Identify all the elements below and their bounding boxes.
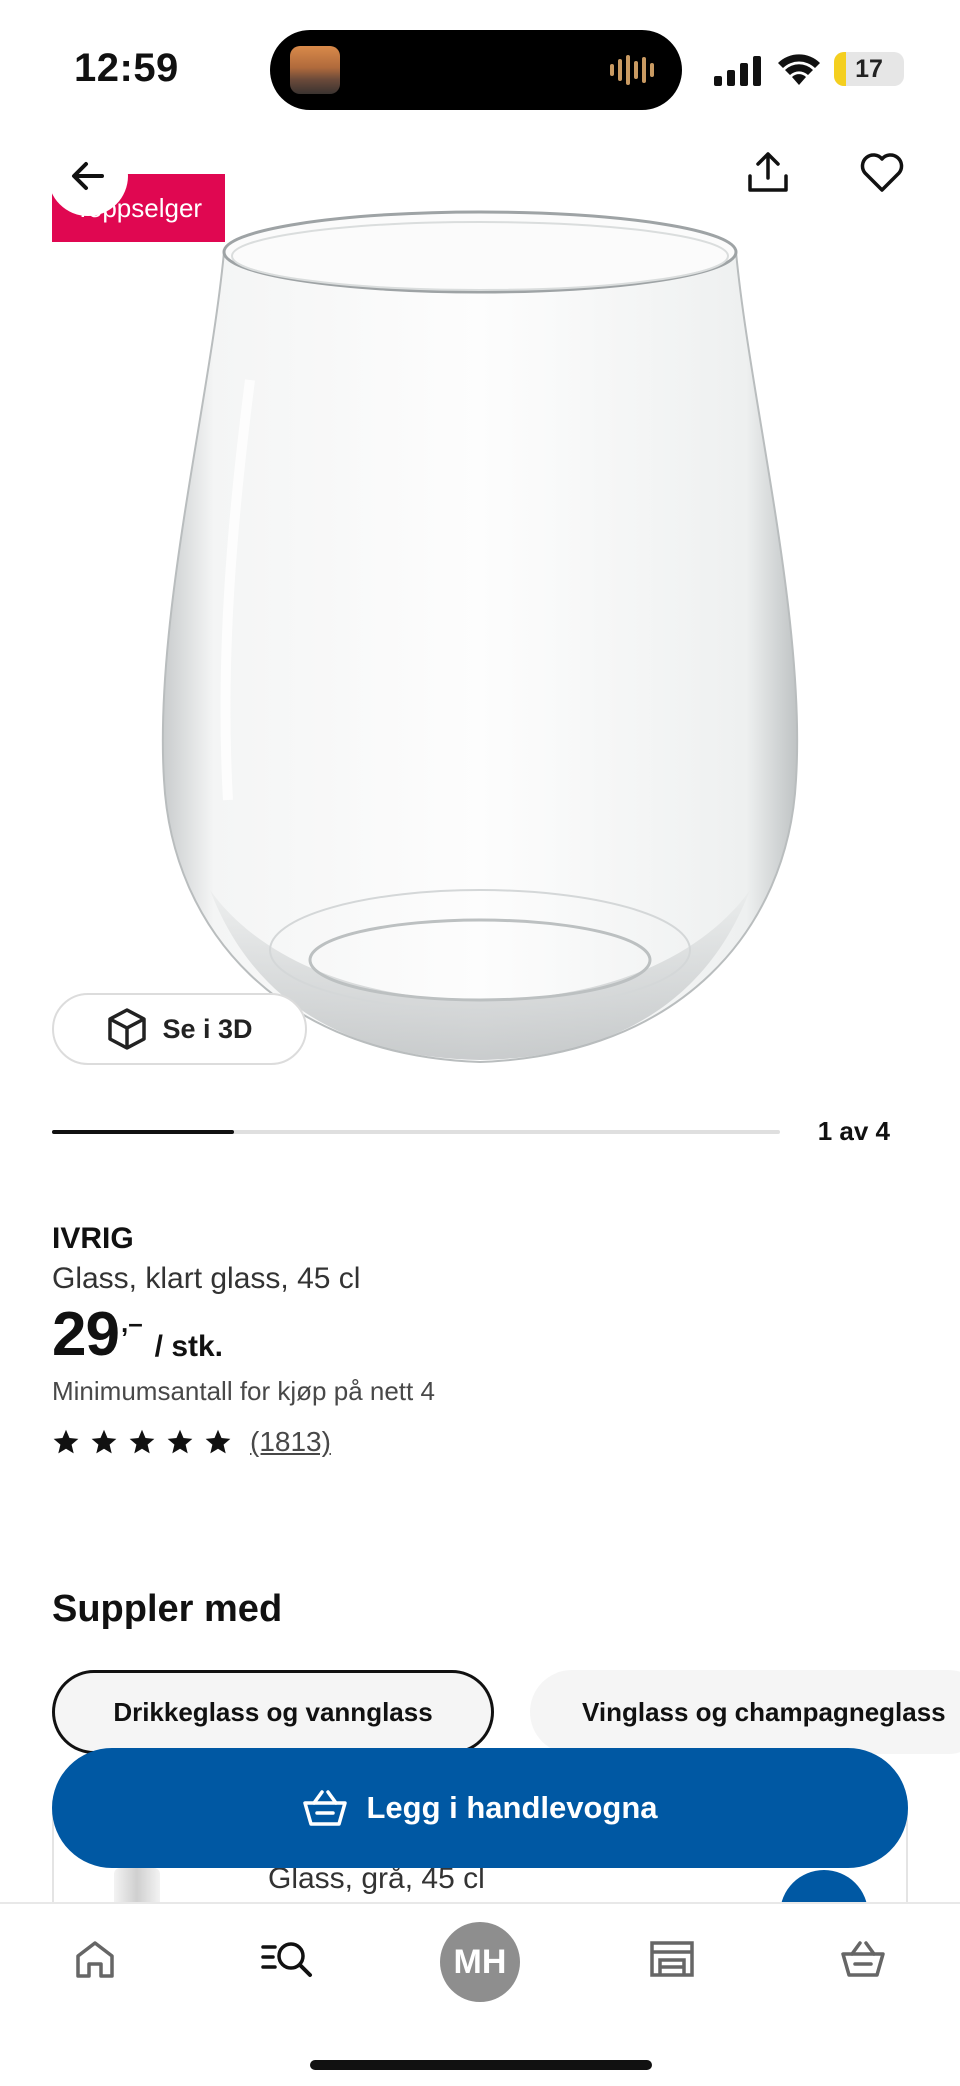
now-playing-artwork bbox=[290, 46, 340, 94]
minimum-quantity: Minimumsantall for kjøp på nett 4 bbox=[52, 1376, 435, 1406]
carousel-counter: 1 av 4 bbox=[817, 1116, 890, 1146]
star-icon bbox=[167, 1429, 193, 1454]
star-icon bbox=[91, 1429, 117, 1454]
carousel-progress-fill bbox=[52, 1130, 234, 1134]
star-icon bbox=[53, 1429, 79, 1454]
chip-drinking-glasses[interactable]: Drikkeglass og vannglass bbox=[52, 1670, 494, 1754]
bottom-tab-bar: MH bbox=[0, 1902, 960, 2086]
star-icon bbox=[205, 1429, 231, 1454]
status-bar: 12:59 17 bbox=[0, 0, 960, 130]
star-rating bbox=[52, 1428, 232, 1456]
profile-avatar[interactable]: MH bbox=[440, 1922, 520, 2002]
price: 29 ,– / stk. bbox=[52, 1304, 223, 1366]
rating[interactable]: (1813) bbox=[52, 1426, 331, 1458]
add-to-cart-button[interactable]: Legg i handlevogna bbox=[52, 1748, 908, 1868]
audio-wave-icon bbox=[610, 54, 660, 86]
favorite-button[interactable] bbox=[852, 142, 912, 202]
carousel-progress bbox=[52, 1130, 780, 1134]
chip-wine-glasses[interactable]: Vinglass og champagneglass bbox=[530, 1670, 960, 1754]
dynamic-island[interactable] bbox=[270, 30, 682, 110]
section-title: Suppler med bbox=[52, 1588, 283, 1630]
battery-level: 17 bbox=[855, 55, 883, 83]
heart-icon bbox=[860, 153, 904, 192]
basket-icon bbox=[303, 1790, 348, 1826]
view-3d-label: Se i 3D bbox=[162, 1013, 253, 1044]
add-to-cart-label: Legg i handlevogna bbox=[366, 1790, 658, 1825]
price-decimal: ,– bbox=[120, 1308, 143, 1338]
cart-icon bbox=[841, 1941, 885, 1977]
review-count-link[interactable]: (1813) bbox=[250, 1426, 331, 1458]
view-3d-button[interactable]: Se i 3D bbox=[52, 993, 307, 1065]
status-time: 12:59 bbox=[74, 46, 179, 90]
back-arrow-icon bbox=[72, 162, 104, 190]
star-icon bbox=[129, 1429, 155, 1454]
battery-icon: 17 bbox=[834, 52, 904, 86]
tab-cart[interactable] bbox=[818, 1904, 908, 2014]
price-unit: / stk. bbox=[154, 1330, 224, 1363]
search-icon bbox=[261, 1942, 312, 1977]
share-icon bbox=[748, 152, 788, 192]
share-button[interactable] bbox=[738, 142, 798, 202]
tab-home[interactable] bbox=[50, 1904, 140, 2014]
back-button[interactable] bbox=[48, 136, 128, 216]
tab-search[interactable] bbox=[242, 1904, 332, 2014]
home-indicator[interactable] bbox=[310, 2060, 652, 2070]
product-name: IVRIG bbox=[52, 1222, 134, 1255]
product-image[interactable] bbox=[140, 200, 820, 1080]
signal-icon bbox=[714, 56, 761, 86]
wifi-icon bbox=[778, 54, 820, 85]
price-integer: 29 bbox=[52, 1300, 120, 1369]
home-icon bbox=[76, 1941, 114, 1978]
product-description: Glass, klart glass, 45 cl bbox=[52, 1262, 361, 1295]
tab-stores[interactable] bbox=[627, 1904, 717, 2014]
cube-icon bbox=[108, 1008, 147, 1050]
store-icon bbox=[650, 1941, 694, 1977]
